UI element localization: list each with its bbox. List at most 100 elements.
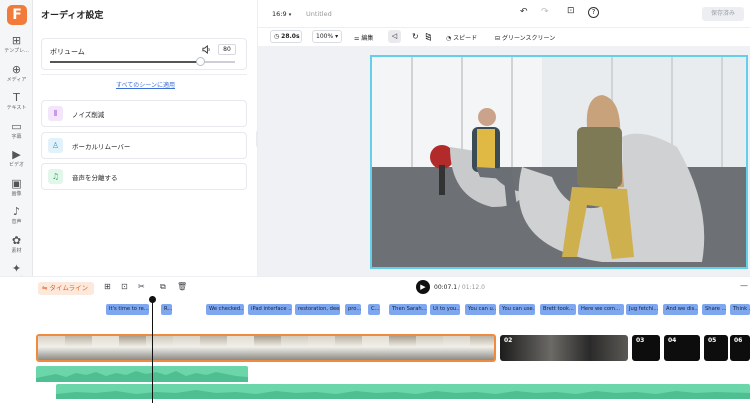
apply-all-scenes-link[interactable]: すべてのシーンに適用 [33, 80, 258, 89]
clip-thumbnail [281, 336, 308, 360]
audio-toggle-icon[interactable]: ◁ [388, 30, 401, 43]
zoom-select[interactable]: 100% ▾ [312, 30, 342, 43]
play-button[interactable]: ▶ [416, 280, 430, 294]
clip-thumbnail [389, 336, 416, 360]
clip-thumbnail [65, 336, 92, 360]
scene-segment[interactable]: 03 [632, 335, 660, 361]
clip-thumbnail [227, 336, 254, 360]
clip-thumbnail [119, 336, 146, 360]
rail-item[interactable]: T テキスト [0, 91, 33, 119]
scene-image [372, 57, 746, 267]
subtitle-chip[interactable]: R... [161, 304, 172, 315]
timeline-tab-label: タイムライン [49, 284, 89, 292]
noise-reduction-icon: ⫴ [48, 106, 63, 121]
scene-segment[interactable]: 04 [664, 335, 700, 361]
minimize-icon[interactable]: — [740, 281, 748, 290]
scene-segment[interactable]: 06 [730, 335, 750, 361]
edit-button[interactable]: ⚌ 編集 [354, 33, 373, 42]
speed-button[interactable]: ◔ スピード [446, 33, 477, 42]
project-title[interactable]: Untitled [306, 10, 332, 18]
rail-item[interactable]: ▭ 字幕 [0, 120, 33, 148]
subtitle-chip[interactable]: Share ... [702, 304, 726, 315]
subtitle-chip[interactable]: Here we com... [578, 304, 624, 315]
subtitle-chip[interactable]: You can use... [499, 304, 535, 315]
clip-thumbnail [200, 336, 227, 360]
rail-item[interactable]: ♪ 音声 [0, 205, 33, 233]
aspect-ratio-select[interactable]: 16:9 ▾ [272, 10, 291, 18]
subtitle-chip[interactable]: Brett took... [540, 304, 576, 315]
undo-icon[interactable]: ↶ [520, 7, 528, 17]
playhead[interactable] [152, 296, 153, 403]
subtitle-chip[interactable]: pro... [345, 304, 361, 315]
total-time: / 01:12.0 [458, 284, 485, 291]
volume-input[interactable]: 80 [218, 44, 236, 55]
app-logo[interactable]: F [7, 5, 27, 25]
rail-item[interactable]: ✿ 素材 [0, 234, 33, 262]
subtitle-chip[interactable]: And we dis... [663, 304, 698, 315]
export-button[interactable]: 保存済み [702, 7, 744, 21]
aspect-ratio-value: 16:9 [272, 10, 287, 18]
duplicate-icon[interactable]: ⧉ [160, 282, 166, 292]
text-icon: T [13, 91, 20, 104]
rail-item[interactable]: ▶ ビデオ [0, 148, 33, 176]
main-video-clip[interactable] [36, 334, 496, 362]
zoom-value: 100% [316, 33, 334, 40]
greenscreen-label: グリーンスクリーン [501, 35, 556, 42]
subtitle-chip[interactable]: Then Sarah... [389, 304, 427, 315]
subtitle-chip[interactable]: C... [368, 304, 380, 315]
duration-button[interactable]: ◷ 28.0s [270, 30, 302, 43]
feature-card[interactable]: ♫ 音声を分離する [41, 163, 247, 190]
speaker-icon[interactable] [202, 44, 211, 56]
subtitle-chip[interactable]: It's time to re... [106, 304, 149, 315]
rail-item-label: 字幕 [11, 133, 22, 140]
flip-icon[interactable]: ⧎ [425, 32, 432, 41]
redo-icon[interactable]: ↷ [541, 7, 549, 17]
speed-icon: ◔ [446, 35, 452, 42]
timeline-icon: ⇋ [42, 284, 48, 292]
playhead-handle[interactable] [149, 296, 156, 303]
subtitle-chip[interactable]: restoration, deep... [295, 304, 340, 315]
subtitle-chip[interactable]: We checked... [206, 304, 244, 315]
volume-slider-handle[interactable] [196, 57, 205, 66]
scene-segment[interactable]: 05 [704, 335, 728, 361]
subtitle-chip[interactable]: Jug fetchi... [626, 304, 658, 315]
feature-label: 音声を分離する [72, 174, 118, 182]
subtitle-chip[interactable]: You can u... [465, 304, 496, 315]
screenshot-icon[interactable]: ⊡ [567, 6, 575, 16]
rail-item[interactable]: ▣ 画像 [0, 177, 33, 205]
feature-card[interactable]: ♙ ボーカルリムーバー [41, 131, 247, 159]
feature-label: ボーカルリムーバー [72, 142, 131, 151]
scissors-icon[interactable]: ✂ [138, 282, 145, 291]
audio-waveform [56, 390, 750, 399]
rail-item-label: テンプレ... [4, 48, 29, 54]
rotate-icon[interactable]: ↻ [412, 32, 419, 41]
scene-segment[interactable]: 02 [500, 335, 628, 361]
timeline-tab[interactable]: ⇋ タイムライン [38, 282, 94, 295]
subtitle-chip[interactable]: Ui to you... [430, 304, 460, 315]
volume-slider-fill [50, 61, 201, 63]
adjust-icon: ⚌ [354, 35, 360, 42]
rail-item-label: ビデオ [8, 162, 24, 168]
subtitle-chip[interactable]: Think ... [730, 304, 750, 315]
greenscreen-button[interactable]: ⊟ グリーンスクリーン [495, 33, 555, 42]
clip-thumbnail [362, 336, 389, 360]
split-icon[interactable]: ⊡ [121, 282, 128, 291]
feature-card[interactable]: ⫴ ノイズ削減 [41, 100, 247, 127]
video-preview[interactable] [370, 55, 748, 269]
playback-bar: ⇋ タイムライン ⊞ ⊡ ✂ ⧉ 🗑 ▶ 00:07.1 / 01:12.0 — [0, 276, 750, 296]
audio-settings-panel: オーディオ設定 ボリューム 80 すべてのシーンに適用 ⫴ ノイズ削減 ♙ ボーカルリ… [33, 0, 258, 280]
delete-icon[interactable]: 🗑 [177, 282, 187, 291]
timeline: It's time to re... R... We checked... iPad … [0, 296, 750, 403]
clip-thumbnail [335, 336, 362, 360]
rail-item[interactable]: ⊞ テンプレ... [0, 34, 33, 62]
subtitle-chip[interactable]: iPad interface ... [248, 304, 292, 315]
rail-item-label: メディア [6, 76, 27, 83]
speed-label: スピード [453, 35, 478, 42]
clip-thumbnail [38, 336, 65, 360]
rail-item[interactable]: ⊕ メディア [0, 63, 33, 91]
audio-track-1[interactable] [36, 366, 248, 382]
add-clip-icon[interactable]: ⊞ [104, 282, 111, 291]
edit-toolbar: ◷ 28.0s 100% ▾ ⚌ 編集 ◁ ↻ ⧎ ◔ スピード ⊟ グリーンス… [258, 28, 750, 46]
help-icon[interactable]: ? [588, 7, 599, 18]
audio-track-2[interactable] [56, 384, 750, 399]
